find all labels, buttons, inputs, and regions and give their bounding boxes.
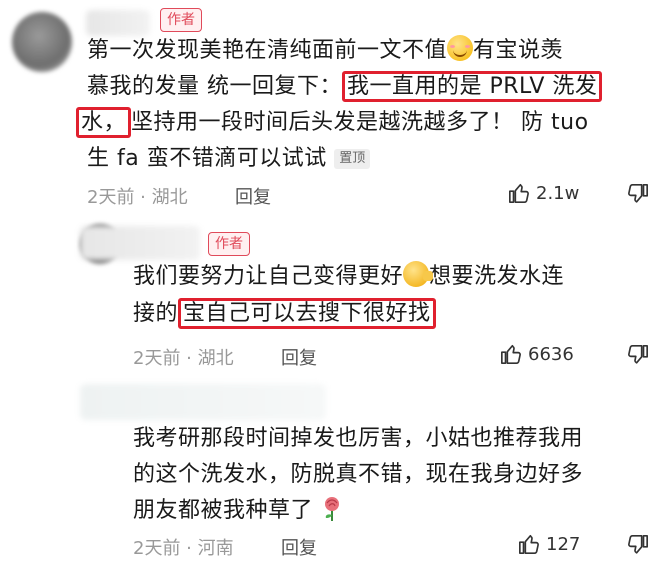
username-blurred[interactable] bbox=[80, 226, 200, 260]
comment-text-line: 我考研那段时间掉发也厉害，小姑也推荐我用 bbox=[133, 426, 584, 451]
highlighted-text: 宝自己可以去搜下很好找 bbox=[178, 298, 436, 329]
like-button[interactable]: 2.1w bbox=[508, 182, 579, 204]
comment-text-line: 生 fa 蛮不错滴可以试试 置顶 bbox=[87, 140, 371, 178]
avatar[interactable] bbox=[12, 12, 72, 72]
thumbs-down-icon[interactable] bbox=[627, 344, 649, 366]
comment-text-line: 水， 坚持用一段时间后头发是越洗越多了！ 防 tuo bbox=[76, 104, 589, 142]
comment-text: 有宝说羡 bbox=[473, 38, 564, 63]
comment-text: 坚持用一段时间后头发是越洗越多了！ 防 tuo bbox=[131, 110, 589, 135]
comment-text: 第一次发现美艳在清纯面前一文不值 bbox=[87, 38, 448, 63]
thumbs-up-icon bbox=[519, 534, 539, 554]
like-button[interactable]: 6636 bbox=[500, 343, 574, 365]
thumbs-down-icon[interactable] bbox=[627, 534, 649, 556]
like-button[interactable]: 127 bbox=[518, 533, 580, 555]
blushing-smile-emoji-icon bbox=[447, 35, 474, 61]
reply-button[interactable]: 回复 bbox=[235, 183, 271, 209]
rose-emoji-icon bbox=[324, 497, 339, 521]
highlighted-text: 我一直用的是 PRLV 洗发 bbox=[342, 71, 603, 102]
pinned-badge: 置顶 bbox=[334, 149, 371, 169]
like-count: 2.1w bbox=[536, 182, 580, 204]
author-badge: 作者 bbox=[208, 232, 250, 256]
time-location: 2天前 · 河南 bbox=[133, 538, 234, 559]
comment-text: 我们要努力让自己变得更好 bbox=[133, 264, 404, 289]
reply-button[interactable]: 回复 bbox=[281, 534, 317, 560]
thumbs-down-icon[interactable] bbox=[627, 183, 649, 205]
comment-text: 慕我的发量 统一回复下： bbox=[87, 74, 342, 99]
comment-text: 想要洗发水连 bbox=[429, 264, 565, 289]
comment-text-line: 慕我的发量 统一回复下： 我一直用的是 PRLV 洗发 bbox=[87, 68, 603, 106]
comment-text-line: 我们要努力让自己变得更好 想要洗发水连 bbox=[133, 258, 564, 296]
highlighted-text: 水， bbox=[76, 107, 132, 138]
comment-text: 生 fa 蛮不错滴可以试试 bbox=[87, 146, 327, 171]
comment-text: 接的 bbox=[133, 301, 179, 326]
like-count: 127 bbox=[546, 533, 581, 555]
author-badge: 作者 bbox=[160, 8, 202, 32]
like-count: 6636 bbox=[528, 343, 574, 365]
comment-text: 朋友都被我种草了 bbox=[133, 498, 314, 523]
fighting-emoji-icon bbox=[403, 261, 434, 287]
thumbs-up-icon bbox=[501, 344, 521, 364]
comment-text-line: 接的 宝自己可以去搜下很好找 bbox=[133, 295, 436, 333]
comment-text-line: 的这个洗发水，防脱真不错，现在我身边好多 bbox=[133, 462, 584, 487]
username-blurred[interactable] bbox=[80, 384, 326, 420]
comment-text-line: 第一次发现美艳在清纯面前一文不值 有宝说羡 bbox=[87, 32, 563, 70]
time-location: 2天前 · 湖北 bbox=[87, 187, 188, 208]
thumbs-up-icon bbox=[509, 183, 529, 203]
reply-button[interactable]: 回复 bbox=[281, 344, 317, 370]
comment-text-line: 朋友都被我种草了 bbox=[133, 492, 343, 530]
time-location: 2天前 · 湖北 bbox=[133, 348, 234, 369]
